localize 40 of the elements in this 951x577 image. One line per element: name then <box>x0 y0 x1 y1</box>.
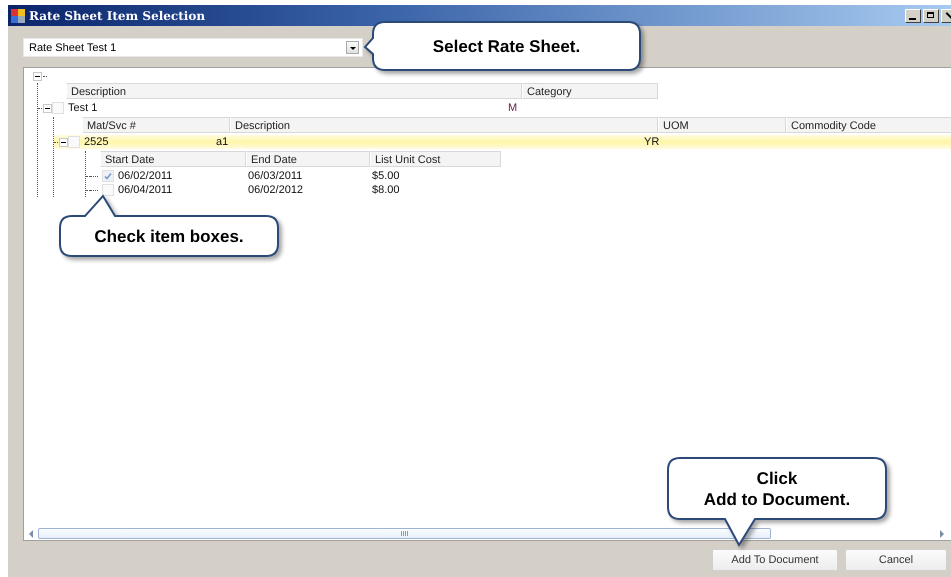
column-header[interactable]: End Date <box>246 151 370 167</box>
app-icon <box>11 8 25 22</box>
callout-text: Add to Document. <box>704 488 850 510</box>
collapse-icon[interactable] <box>43 104 52 112</box>
column-header[interactable]: Description <box>230 117 658 133</box>
table-cell-text: a1 <box>216 136 230 148</box>
column-header[interactable]: Commodity Code <box>786 117 951 133</box>
column-header[interactable]: Mat/Svc # <box>82 117 230 133</box>
callout-text: Click <box>756 468 798 488</box>
collapse-icon[interactable] <box>33 72 42 80</box>
column-header[interactable]: Category <box>522 83 658 99</box>
scrollbar-thumb[interactable] <box>38 528 771 539</box>
column-header[interactable]: Start Date <box>100 151 246 167</box>
column-header[interactable]: UOM <box>658 117 786 133</box>
window-title: Rate Sheet Item Selection <box>29 8 206 22</box>
checkbox[interactable] <box>102 184 114 196</box>
table-cell-text: 06/03/2011 <box>248 170 304 182</box>
minimize-button[interactable] <box>905 8 921 22</box>
table-cell-text: YR <box>644 136 660 148</box>
callout-text: Check item boxes. <box>94 226 244 246</box>
table-cell-text: $8.00 <box>372 184 401 196</box>
table-cell-text: 06/04/2011 <box>118 184 174 196</box>
add-to-document-button[interactable]: Add To Document <box>712 549 838 571</box>
checkbox[interactable] <box>68 136 80 148</box>
column-header[interactable]: List Unit Cost <box>370 151 501 167</box>
table-cell-text: 06/02/2011 <box>118 170 174 182</box>
table-cell-text: M <box>508 102 518 114</box>
column-header[interactable]: Description <box>66 83 522 99</box>
cancel-button[interactable]: Cancel <box>845 549 947 571</box>
checkbox[interactable] <box>52 102 64 114</box>
maximize-button[interactable] <box>923 8 939 22</box>
checkbox[interactable] <box>102 170 114 182</box>
table-cell-text: 2525 <box>84 136 110 148</box>
table-cell-text: 06/02/2012 <box>248 184 304 196</box>
rate-sheet-dropdown[interactable]: Rate Sheet Test 1 <box>23 38 363 57</box>
table-cell-text: Test 1 <box>68 102 98 114</box>
callout-text: Select Rate Sheet. <box>432 36 580 56</box>
table-cell-text: $5.00 <box>372 170 401 182</box>
selected-row[interactable]: 2525 a1 YR <box>54 135 951 149</box>
collapse-icon[interactable] <box>59 138 68 146</box>
